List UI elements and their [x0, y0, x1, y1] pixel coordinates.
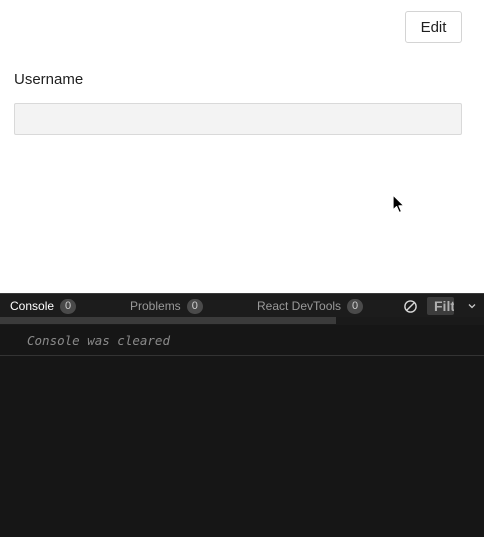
form-area: Edit Username: [0, 0, 484, 293]
username-input[interactable]: [14, 103, 462, 135]
devtools-panel: Console 0 Problems 0 React DevTools 0 Fi…: [0, 293, 484, 537]
edit-button[interactable]: Edit: [405, 11, 462, 43]
tab-react-devtools[interactable]: React DevTools 0: [257, 297, 364, 315]
tab-label: React DevTools: [257, 299, 342, 313]
count-badge: 0: [347, 298, 364, 314]
tab-label: Problems: [130, 299, 181, 313]
tab-label: Console: [10, 299, 55, 313]
scrollbar-thumb[interactable]: [0, 317, 336, 324]
chevron-down-icon[interactable]: [467, 302, 477, 310]
tab-problems[interactable]: Problems 0: [130, 297, 203, 315]
clear-console-icon[interactable]: [403, 299, 418, 314]
devtools-toolbar: Console 0 Problems 0 React DevTools 0 Fi…: [0, 293, 484, 317]
console-line: Console was cleared: [0, 325, 484, 356]
count-badge: 0: [186, 298, 203, 314]
username-label: Username: [14, 71, 84, 88]
console-message: Console was cleared: [27, 333, 170, 348]
horizontal-scrollbar[interactable]: [0, 317, 484, 325]
count-badge: 0: [60, 298, 77, 314]
app-window: Edit Username Console 0 Problems 0 React…: [0, 0, 484, 537]
mouse-cursor-icon: [392, 194, 405, 214]
tab-console[interactable]: Console 0: [10, 297, 77, 315]
filter-input[interactable]: Filter: [427, 297, 454, 315]
